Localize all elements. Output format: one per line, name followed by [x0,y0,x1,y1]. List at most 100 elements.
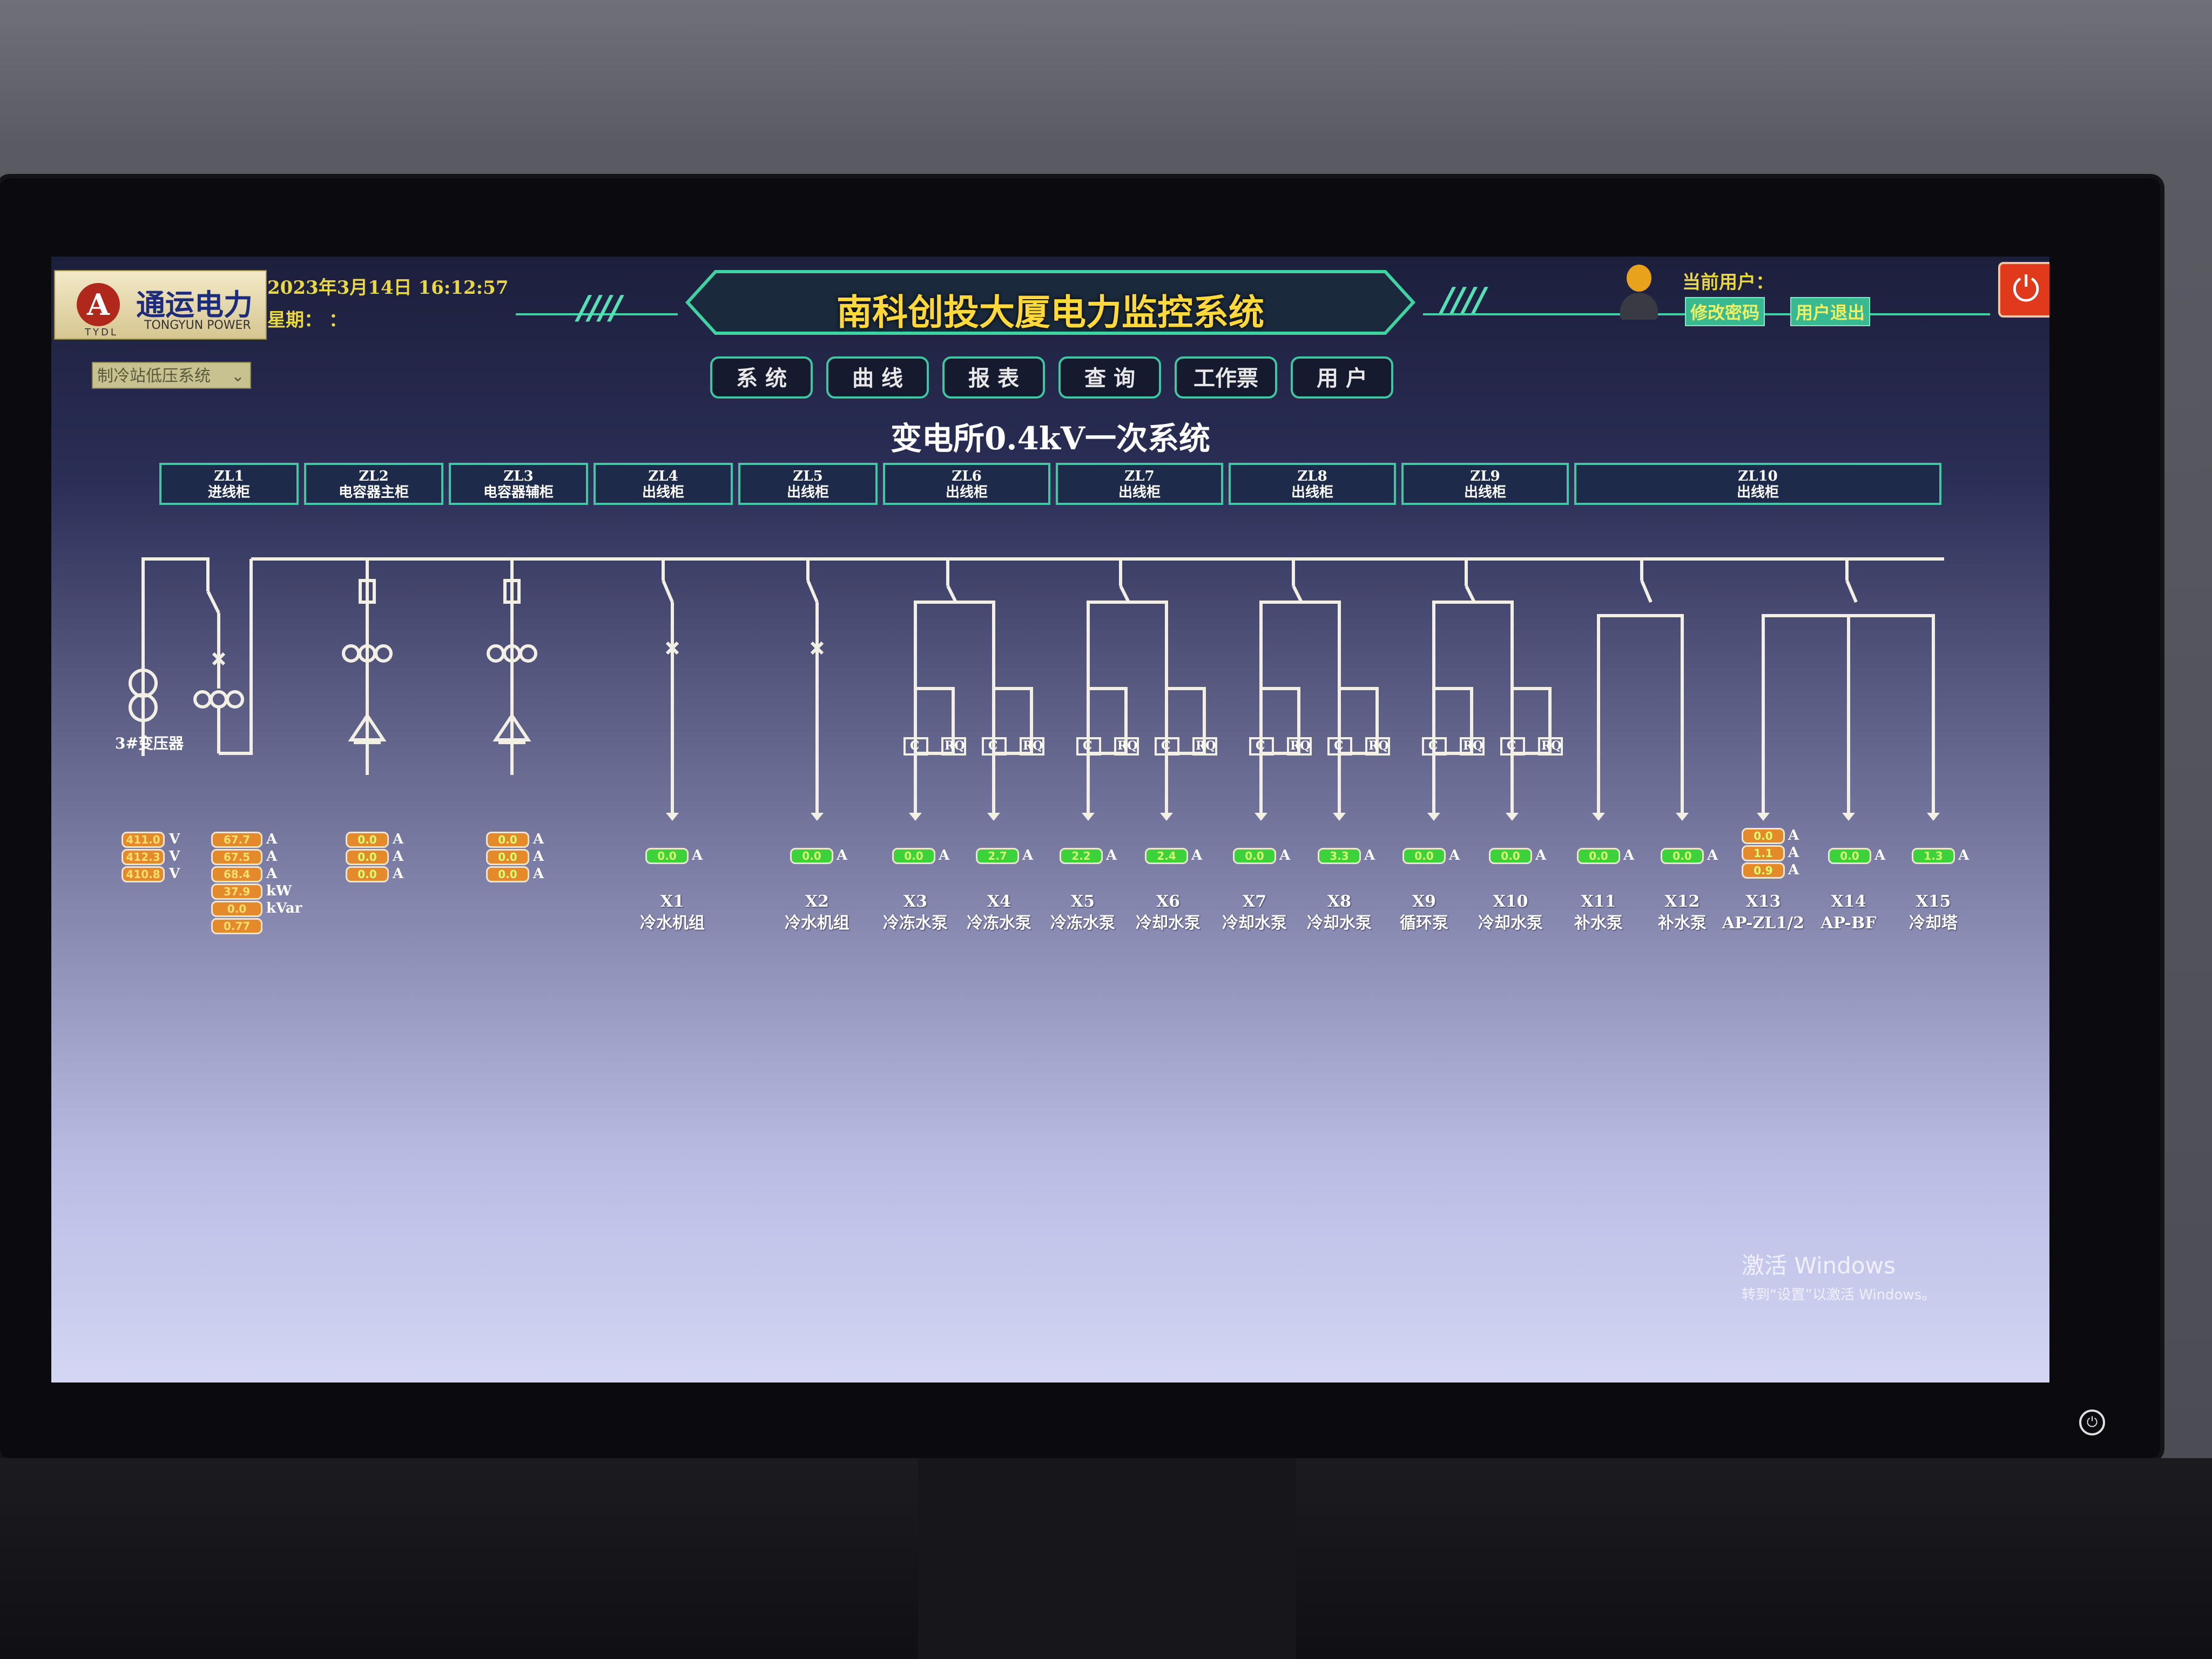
feeder-id: X12 [1664,892,1700,911]
feeder-label-x15[interactable]: X15 冷却塔 [1887,891,1979,934]
feeder-group-x3-x4 [914,559,1033,813]
cap2-meter-b: 0.0 [486,849,529,865]
feeder-label-x5[interactable]: X5 冷冻水泵 [1037,891,1129,934]
current-meter-b: 67.5 [211,849,262,865]
feeder-id: X1 [660,892,685,911]
feeder-label-x13[interactable]: X13 AP-ZL1/2 [1717,891,1809,934]
branch-label-rq: RQ [1196,739,1216,753]
voltage-unit: V [169,866,180,882]
watermark-line2: 转到“设置”以激活 Windows。 [1742,1287,1936,1303]
feeder-label-x14[interactable]: X14 AP-BF [1803,891,1894,934]
feeder-name: AP-ZL1/2 [1722,914,1805,933]
current-unit: A [266,866,278,882]
current-unit: A [1364,847,1375,864]
feeder-id: X2 [805,892,830,911]
current-unit: A [266,848,278,865]
current-unit: A [692,847,703,864]
branch-label-c: C [1334,739,1344,753]
current-unit: A [837,847,848,864]
feeder-group-x9-x10 [1432,559,1552,813]
feeder-label-x9[interactable]: X9 循环泵 [1378,891,1470,934]
current-meter-c: 68.4 [211,866,262,882]
branch-label-c: C [910,739,920,753]
feeder-meter-x7: 0.0 [1233,848,1276,864]
current-unit: A [1623,847,1635,864]
voltage-unit: V [169,831,180,847]
current-unit: A [1788,862,1799,878]
feeder-name: 冷水机组 [640,914,705,933]
cap2-meter-a: 0.0 [486,832,529,848]
feeder-label-x6[interactable]: X6 冷却水泵 [1122,891,1214,934]
current-unit: A [1958,847,1970,864]
monitor-power-icon: ⏻ [2079,1410,2105,1435]
feeder-name: 循环泵 [1400,914,1448,933]
feeder-name: 补水泵 [1658,914,1707,933]
feeder-name: AP-BF [1820,914,1877,933]
power-kw-meter: 37.9 [211,884,262,900]
feeder-name: 冷冻水泵 [967,914,1031,933]
feeder-id: X15 [1916,892,1951,911]
current-unit: A [1874,847,1886,864]
voltage-meter-a: 411.0 [122,832,165,848]
feeder-id: X7 [1242,892,1267,911]
single-line-diagram [129,557,1944,821]
feeder-label-x3[interactable]: X3 冷冻水泵 [869,891,961,934]
feeder-id: X10 [1493,892,1528,911]
feeder-id: X14 [1831,892,1866,911]
current-meter-a: 67.7 [211,832,262,848]
feeder-id: X9 [1412,892,1437,911]
incoming-bus-link [141,557,210,756]
voltage-meter-b: 412.3 [122,849,165,865]
feeder-id: X11 [1581,892,1616,911]
feeder-id: X13 [1745,892,1781,911]
feeder-label-x2[interactable]: X2 冷水机组 [771,891,863,934]
feeder-name: 冷冻水泵 [1050,914,1115,933]
feeder-meter-x1: 0.0 [645,848,689,864]
feeder-label-x12[interactable]: X12 补水泵 [1636,891,1728,934]
feeder-meter-x13-a: 0.0 [1742,828,1785,844]
feeder-name: 补水泵 [1574,914,1623,933]
feeder-name: 冷却水泵 [1307,914,1372,933]
current-unit: A [533,848,544,865]
current-unit: A [1022,847,1034,864]
feeder-name: 冷水机组 [785,914,849,933]
feeder-label-x10[interactable]: X10 冷却水泵 [1465,891,1556,934]
current-unit: A [1106,847,1117,864]
windows-activation-watermark: 激活 Windows 转到“设置”以激活 Windows。 [1742,1247,1936,1304]
cap1-meter-b: 0.0 [346,849,389,865]
feeder-group-x5-x6 [1087,559,1206,813]
current-unit: A [1788,827,1799,844]
cap1-meter-a: 0.0 [346,832,389,848]
feeder-meter-x2: 0.0 [790,848,833,864]
branch-label-c: C [1256,739,1265,753]
feeder-name: 冷却水泵 [1478,914,1543,933]
branch-label-c: C [1428,739,1438,753]
branch-label-rq: RQ [1290,739,1311,753]
watermark-line1: 激活 Windows [1742,1252,1896,1279]
branch-label-rq: RQ [1023,739,1043,753]
feeder-name: 冷却塔 [1909,914,1958,933]
current-unit: A [1535,847,1547,864]
monitor-stand [918,1458,1296,1659]
current-unit: A [1191,847,1203,864]
power-factor-meter: 0.77 [211,918,262,934]
feeder-meter-x5: 2.2 [1060,848,1103,864]
current-unit: A [393,848,404,865]
current-unit: A [533,831,544,847]
feeder-meter-x9: 0.0 [1402,848,1446,864]
feeder-meter-x14: 0.0 [1828,848,1871,864]
feeder-meter-x4: 2.7 [976,848,1019,864]
feeder-id: X8 [1327,892,1352,911]
feeder-label-x1[interactable]: X1 冷水机组 [626,891,718,934]
feeder-group-x7-x8 [1259,559,1379,813]
feeder-label-x4[interactable]: X4 冷冻水泵 [953,891,1045,934]
feeder-meter-x8: 3.3 [1318,848,1361,864]
branch-label-rq: RQ [945,739,965,753]
branch-label-rq: RQ [1463,739,1483,753]
voltage-unit: V [169,848,180,865]
feeder-label-x11[interactable]: X11 补水泵 [1553,891,1644,934]
current-unit: A [1449,847,1460,864]
feeder-label-x8[interactable]: X8 冷却水泵 [1293,891,1385,934]
feeder-label-x7[interactable]: X7 冷却水泵 [1209,891,1300,934]
feeder-meter-x6: 2.4 [1145,848,1188,864]
